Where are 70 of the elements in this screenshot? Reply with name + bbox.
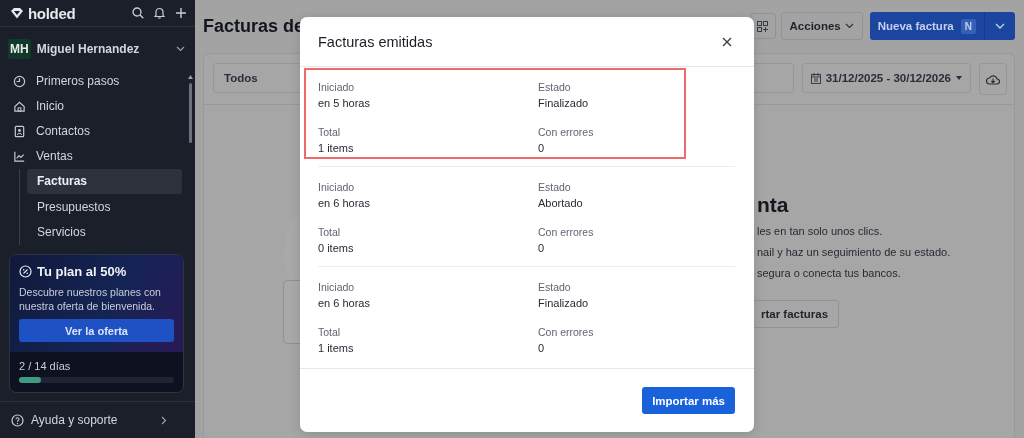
nav-subitem[interactable]: Facturas: [27, 168, 182, 194]
field-label: Total: [318, 125, 342, 139]
field-label: Iniciado: [318, 181, 356, 194]
field-label: Estado: [538, 181, 572, 194]
chevron-right-icon: [161, 415, 167, 425]
field-label: Total: [318, 326, 342, 339]
chevron-icon: [995, 23, 1005, 29]
field-value: Abortado: [538, 196, 584, 210]
user-menu[interactable]: MH Miguel Hernandez: [0, 27, 195, 69]
field-value: 0: [538, 341, 546, 355]
field-label: Con errores: [538, 225, 595, 239]
date-range-picker[interactable]: 31/12/2025 - 30/12/2026: [801, 63, 971, 93]
nav-item[interactable]: Contactos: [0, 118, 182, 144]
calendar-icon: [810, 72, 821, 84]
scroll-up-icon[interactable]: [188, 75, 193, 79]
bell-icon[interactable]: [154, 7, 165, 19]
field-value: Finalizado: [538, 296, 590, 310]
search-icon[interactable]: [132, 7, 144, 19]
discount-icon: [19, 265, 32, 278]
field-value: 0: [538, 140, 546, 155]
download-button[interactable]: [979, 63, 1007, 95]
help-icon: [11, 413, 24, 427]
field-value: 0 items: [318, 240, 355, 255]
offer-button[interactable]: Ver la oferta: [19, 319, 174, 343]
empty-state-text: nail y haz un seguimiento de su estado.: [757, 246, 951, 259]
cloud-download-icon: [986, 73, 1000, 85]
close-icon: [722, 36, 732, 47]
nav-item[interactable]: Inicio: [0, 93, 182, 119]
empty-state-heading: nta: [757, 193, 789, 217]
grid-add-icon: [757, 20, 769, 32]
trial-days: 2 / 14 días: [19, 360, 174, 373]
field-value: 1 items: [318, 140, 355, 155]
field-value: en 6 horas: [318, 296, 371, 310]
field-label: Estado: [538, 81, 572, 94]
user-name: Miguel Hernandez: [36, 42, 141, 56]
nav-item[interactable]: Ventas: [0, 143, 182, 169]
field-label: Iniciado: [318, 81, 356, 94]
field-label: Estado: [538, 281, 572, 294]
field-value: 1 items: [318, 341, 355, 355]
logo-icon: [10, 7, 24, 19]
chevron-icon: [844, 23, 854, 29]
plan-description: Descubre nuestros planes con nuestra oferta de bienvenida.: [19, 285, 162, 314]
home-icon: [13, 99, 26, 113]
scrollbar-thumb[interactable]: [189, 83, 192, 143]
dialog-title: Facturas emitidas: [318, 33, 434, 50]
import-more-button[interactable]: Importar más: [642, 387, 735, 414]
user-avatar: MH: [8, 39, 31, 59]
empty-state-text: les en tan solo unos clics.: [757, 225, 883, 238]
nav-subitem[interactable]: Servicios: [27, 219, 182, 245]
shortcut-key: N: [960, 18, 976, 34]
plan-title: Tu plan al 50%: [37, 264, 127, 279]
field-label: Iniciado: [318, 281, 356, 294]
field-value: 0: [538, 240, 546, 255]
field-label: Con errores: [538, 125, 595, 139]
contact-card-icon: [13, 124, 26, 138]
empty-state-text: segura o conecta tus bancos.: [757, 267, 901, 280]
brand-name: holded: [28, 4, 76, 22]
field-label: Total: [318, 225, 342, 239]
nav-subitem[interactable]: Presupuestos: [27, 194, 182, 220]
caret-icon: [956, 76, 962, 80]
field-label: Con errores: [538, 326, 595, 339]
clock-icon: [13, 74, 26, 88]
chevron-icon: [176, 46, 185, 52]
field-value: Finalizado: [538, 96, 590, 110]
field-value: en 6 horas: [318, 196, 371, 210]
chart-icon: [13, 149, 26, 163]
nav-item[interactable]: Primeros pasos: [0, 69, 182, 94]
field-value: en 5 horas: [318, 96, 371, 110]
add-icon[interactable]: [175, 7, 187, 19]
actions-dropdown[interactable]: Acciones: [780, 12, 863, 40]
